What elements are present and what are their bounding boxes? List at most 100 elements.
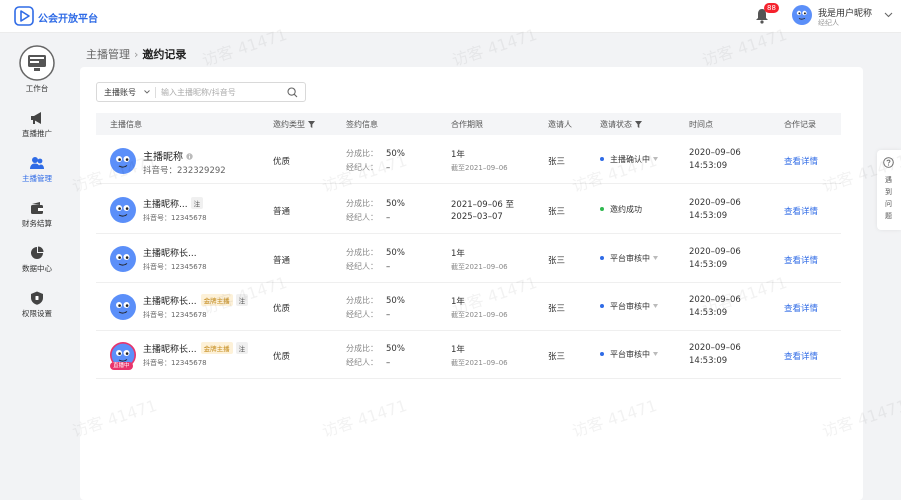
sidebar-item-data-center[interactable]: 数据中心 [0,246,74,274]
status-badge[interactable]: 平台审核中 [600,301,658,312]
anchor-nickname[interactable]: 主播昵称 [143,148,193,163]
status-text: 平台审核中 [610,350,650,359]
period-duration: 1年 [451,249,465,259]
invite-type: 普通 [273,256,291,266]
agent-value: – [386,262,391,272]
view-details-link[interactable]: 查看详情 [784,205,818,217]
sidebar-item-anchor-management[interactable]: 主播管理 [0,156,74,184]
sidebar-item-workbench[interactable]: 工作台 [0,45,74,94]
anchor-nickname-text: 主播昵称 [143,152,183,163]
notification-badge: 88 [764,3,779,13]
search-icon[interactable] [287,87,298,98]
column-header-inviter: 邀请人 [548,120,572,129]
note-tag[interactable]: 注 [190,197,204,209]
timestamp: 2020–09–06 14:53:09 [689,247,741,270]
timestamp-date: 2020–09–06 [689,295,741,305]
status-text: 邀约成功 [610,205,642,214]
contract-info: 分成比： 50% 经纪人： – [346,343,405,368]
period-end-date: 截至2021–09–06 [451,263,508,271]
gold-anchor-tag: 金牌主播 [200,342,233,354]
share-label: 分成比： [346,248,378,257]
search-input[interactable] [161,85,281,99]
question-icon [883,157,894,168]
period-end: 2025–03–07 [451,212,503,222]
anchor-nickname[interactable]: 主播昵称长... 金牌主播注 [143,294,249,307]
users-icon [30,157,44,169]
status-badge[interactable]: 主播确认中 [600,154,658,165]
douyin-id: 抖音号：232329292 [143,164,226,176]
status-badge[interactable]: 平台审核中 [600,253,658,264]
status-badge[interactable]: 邀约成功 [600,204,642,215]
sidebar-item-label: 主播管理 [22,174,52,183]
share-value: 50% [386,199,405,209]
avatar[interactable] [110,246,136,272]
anchor-nickname[interactable]: 主播昵称长... 金牌主播注 [143,342,249,355]
table-row: 主播昵称长... 金牌主播注抖音号：12345678 优质 分成比： 50% 经纪人： – 1… [96,283,841,331]
column-header-invite-type[interactable]: 邀约类型 [273,119,315,130]
period-start: 2021–09–06 至 [451,200,514,210]
view-details-link[interactable]: 查看详情 [784,350,818,362]
filter-icon[interactable] [308,121,315,128]
douyin-id-label: 抖音号： [143,359,171,367]
breadcrumb-parent[interactable]: 主播管理 [86,48,130,61]
inviter: 张三 [548,304,566,314]
period-cell: 1年 截至2021–09–06 [451,295,508,320]
douyin-id-value: 12345678 [171,359,207,367]
sidebar: 工作台 直播推广 主播管理 财务结算 数据中心 权限设置 [0,33,74,500]
douyin-id-value: 12345678 [171,263,207,271]
anchor-nickname[interactable]: 主播昵称长... [143,246,197,259]
logo-icon [14,6,34,26]
period-duration: 1年 [451,150,465,160]
avatar[interactable] [792,5,812,25]
help-tab[interactable]: 遇到问题 [877,150,901,230]
sidebar-item-label: 权限设置 [22,309,52,318]
invite-type: 普通 [273,207,291,217]
top-bar: 公会开放平台 88 我是用户昵称 经纪人 [0,0,901,33]
sidebar-item-finance[interactable]: 财务结算 [0,201,74,229]
view-details-link[interactable]: 查看详情 [784,302,818,314]
sidebar-item-permissions[interactable]: 权限设置 [0,291,74,319]
inviter: 张三 [548,352,566,362]
app-brand: 公会开放平台 [38,14,98,25]
douyin-id: 抖音号：12345678 [143,358,207,368]
share-label: 分成比： [346,296,378,305]
column-header-record: 合作记录 [784,120,816,129]
filter-icon[interactable] [635,121,642,128]
anchor-nickname[interactable]: 主播昵称... 注 [143,197,204,210]
agent-label: 经纪人： [346,213,378,222]
period-duration: 1年 [451,297,465,307]
sidebar-item-promotion[interactable]: 直播推广 [0,111,74,139]
chevron-down-icon[interactable] [653,256,658,260]
chevron-down-icon[interactable] [653,157,658,161]
note-tag[interactable]: 注 [235,294,249,306]
timestamp-time: 14:53:09 [689,308,728,318]
douyin-id-label: 抖音号： [143,311,171,319]
column-header-status[interactable]: 邀请状态 [600,119,642,130]
note-tag[interactable]: 注 [235,342,249,354]
invite-type: 优质 [273,157,291,167]
invite-type: 优质 [273,352,291,362]
douyin-id-label: 抖音号： [143,263,171,271]
search-type-select[interactable]: 主播账号 [104,87,136,98]
avatar[interactable] [110,148,136,174]
chevron-down-icon[interactable] [653,304,658,308]
monitor-icon [19,45,55,81]
view-details-link[interactable]: 查看详情 [784,254,818,266]
douyin-id: 抖音号：12345678 [143,262,207,272]
agent-value: – [386,213,391,223]
timestamp: 2020–09–06 14:53:09 [689,295,741,318]
info-icon[interactable] [186,153,193,160]
timestamp-time: 14:53:09 [689,161,728,171]
chevron-down-icon[interactable] [144,90,150,94]
avatar[interactable] [110,197,136,223]
avatar[interactable] [110,294,136,320]
chevron-down-icon[interactable] [653,352,658,356]
timestamp: 2020–09–06 14:53:09 [689,198,741,221]
status-badge[interactable]: 平台审核中 [600,349,658,360]
help-label: 遇到问题 [885,176,892,220]
view-details-link[interactable]: 查看详情 [784,155,818,167]
table-row: 主播昵称长... 抖音号：12345678 普通 分成比： 50% 经纪人： – 1年 截至20… [96,235,841,283]
anchor-nickname-text: 主播昵称长... [143,249,197,259]
share-label: 分成比： [346,149,378,158]
chevron-down-icon[interactable] [884,12,893,18]
